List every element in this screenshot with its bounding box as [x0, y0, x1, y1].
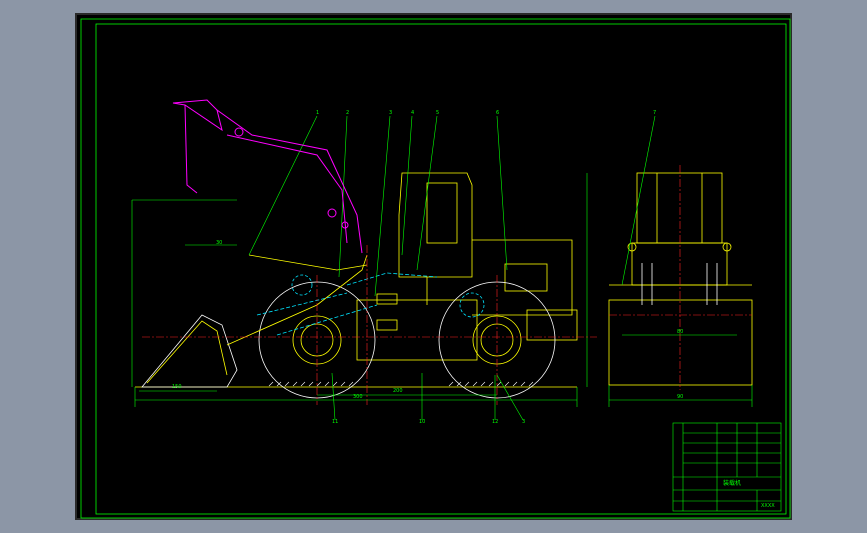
dim-lower-1: 11 [332, 419, 339, 425]
part-number-7: 7 [653, 110, 657, 116]
inner-frame [95, 23, 787, 515]
dim-boom-height: 30 [216, 240, 223, 246]
dim-lower-4: 3 [522, 419, 526, 425]
drawing-sheet: 1 2 3 4 5 6 7 30 150 200 300 80 90 11 10… [75, 13, 792, 520]
dim-overall-length: 300 [353, 394, 363, 400]
dim-lower-3: 12 [492, 419, 499, 425]
dimension-lines [131, 173, 588, 407]
title-block [672, 422, 782, 512]
dim-front-width: 80 [677, 329, 684, 335]
dim-front-total-width: 90 [677, 394, 684, 400]
bucket [141, 314, 238, 388]
front-cab [636, 172, 723, 244]
title-block-title: 装载机 [723, 480, 742, 487]
part-number-1: 1 [316, 110, 320, 116]
ground-hatch [268, 381, 534, 387]
boom-linkage [172, 99, 363, 254]
engine-panel [504, 263, 548, 292]
dim-lower-2: 10 [419, 419, 426, 425]
side-view [131, 115, 597, 421]
dim-wheelbase: 200 [393, 388, 403, 394]
part-number-3: 3 [389, 110, 393, 116]
part-number-6: 6 [496, 110, 500, 116]
dim-bucket-length: 150 [172, 384, 182, 390]
front-bucket [608, 299, 753, 386]
part-number-5: 5 [436, 110, 440, 116]
cab [398, 172, 473, 278]
center-lines [142, 245, 597, 405]
front-view [608, 115, 753, 407]
chassis [356, 299, 478, 361]
part-number-4: 4 [411, 110, 415, 116]
cad-drawing [80, 18, 791, 519]
title-block-company: XXXX [761, 503, 775, 509]
engine-hood [472, 239, 573, 316]
leader-lines [248, 115, 524, 421]
cab-window [426, 182, 458, 244]
hidden-linkage [256, 272, 438, 336]
part-number-2: 2 [346, 110, 350, 116]
